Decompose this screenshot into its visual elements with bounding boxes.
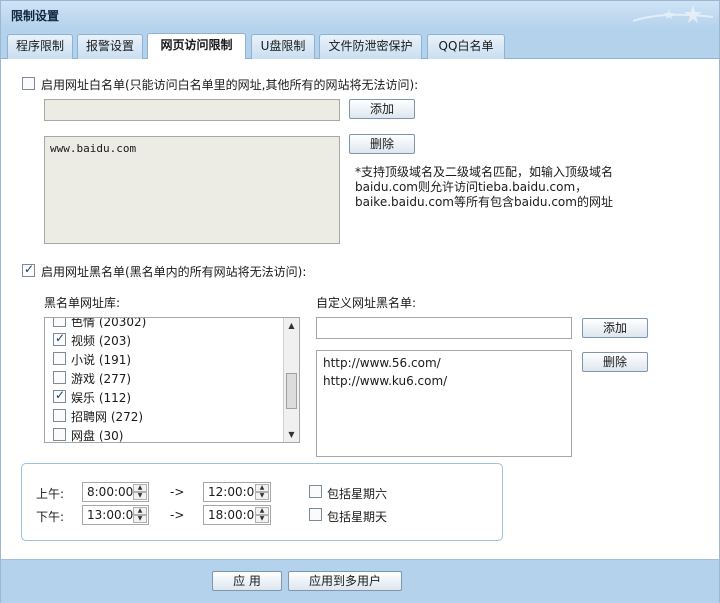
library-item-checkbox[interactable] <box>53 428 66 441</box>
whitelist-delete-button[interactable]: 删除 <box>349 134 415 154</box>
custom-blacklist-input[interactable] <box>316 317 572 339</box>
window-title: 限制设置 <box>11 9 60 23</box>
spin-up-icon[interactable]: ▲ <box>255 507 269 515</box>
whitelist-entry[interactable]: www.baidu.com <box>50 142 136 155</box>
library-item-games[interactable]: 游戏 (277) <box>53 368 273 387</box>
pm-label: 下午: <box>36 510 65 524</box>
library-item-label: 游戏 (277) <box>71 372 132 386</box>
custom-blacklist-entry[interactable]: http://www.56.com/ <box>323 356 441 370</box>
scroll-up-icon[interactable]: ▲ <box>286 320 297 331</box>
am-start-time[interactable]: 8:00:00 ▲ ▼ <box>82 482 149 502</box>
blacklist-library-label: 黑名单网址库: <box>44 296 121 310</box>
spin-up-icon[interactable]: ▲ <box>255 484 269 492</box>
time-schedule-group: 上午: 下午: 8:00:00 ▲ ▼ -> 12:00:00 ▲ ▼ 13:00:… <box>21 463 503 541</box>
am-end-time[interactable]: 12:00:00 ▲ ▼ <box>203 482 271 502</box>
tab-web-access-limit[interactable]: 网页访问限制 <box>147 33 246 59</box>
scroll-down-icon[interactable]: ▼ <box>286 429 297 440</box>
custom-blacklist-add-button[interactable]: 添加 <box>582 318 648 338</box>
library-item-cloud-drive[interactable]: 网盘 (30) <box>53 425 273 443</box>
tab-bar: 程序限制 报警设置 网页访问限制 U盘限制 文件防泄密保护 QQ白名单 <box>1 29 719 59</box>
whitelist-url-input[interactable] <box>44 99 340 121</box>
whitelist-entries-box[interactable]: www.baidu.com <box>44 136 340 244</box>
custom-blacklist-entry[interactable]: http://www.ku6.com/ <box>323 374 447 388</box>
library-item-checkbox[interactable] <box>53 409 66 422</box>
library-item-checkbox[interactable] <box>53 388 66 403</box>
include-saturday-label: 包括星期六 <box>327 487 388 501</box>
spin-down-icon[interactable]: ▼ <box>133 492 147 500</box>
tab-usb-limit[interactable]: U盘限制 <box>251 34 315 59</box>
blacklist-library-list[interactable]: 色情 (20302) 视频 (203) 小说 (191) 游戏 (277) 娱乐… <box>44 317 300 443</box>
pm-end-value: 18:00:00 <box>208 508 262 522</box>
pm-start-time[interactable]: 13:00:00 ▲ ▼ <box>82 505 149 525</box>
scroll-thumb[interactable] <box>286 373 297 409</box>
library-item-video[interactable]: 视频 (203) <box>53 330 273 349</box>
apply-to-multiple-users-button[interactable]: 应用到多用户 <box>288 571 402 591</box>
library-item-label: 视频 (203) <box>71 334 132 348</box>
library-item-novel[interactable]: 小说 (191) <box>53 349 273 368</box>
title-bar: 限制设置 <box>1 1 719 29</box>
tab-program-limit[interactable]: 程序限制 <box>7 34 73 59</box>
include-sunday-checkbox[interactable] <box>309 508 322 521</box>
library-item-checkbox[interactable] <box>53 331 66 346</box>
library-item-entertainment[interactable]: 娱乐 (112) <box>53 387 273 406</box>
whitelist-enable-checkbox[interactable] <box>22 77 35 90</box>
am-label: 上午: <box>36 487 65 501</box>
library-scrollbar[interactable]: ▲ ▼ <box>283 318 299 442</box>
settings-window: 限制设置 程序限制 报警设置 网页访问限制 U盘限制 文件防泄密保护 QQ白名单… <box>0 0 720 603</box>
footer-bar: 应 用 应用到多用户 <box>1 559 719 603</box>
decorative-stars-icon <box>633 5 713 23</box>
library-item-label: 娱乐 (112) <box>71 391 132 405</box>
library-item-label: 小说 (191) <box>71 353 132 367</box>
whitelist-note: *支持顶级域名及二级域名匹配，如输入顶级域名baidu.com则允许访问tieb… <box>355 165 614 209</box>
blacklist-enable-label: 启用网址黑名单(黑名单内的所有网站将无法访问): <box>41 265 307 279</box>
am-arrow: -> <box>170 485 185 499</box>
web-access-panel: 启用网址白名单(只能访问白名单里的网址,其他所有的网站将无法访问): 添加 ww… <box>1 59 719 559</box>
apply-button[interactable]: 应 用 <box>212 571 282 591</box>
whitelist-enable-label: 启用网址白名单(只能访问白名单里的网址,其他所有的网站将无法访问): <box>41 78 419 92</box>
tab-file-protection[interactable]: 文件防泄密保护 <box>319 34 422 59</box>
spin-down-icon[interactable]: ▼ <box>255 492 269 500</box>
blacklist-enable-checkbox[interactable] <box>22 262 35 277</box>
spin-up-icon[interactable]: ▲ <box>133 507 147 515</box>
library-item-label: 招聘网 (272) <box>71 410 144 424</box>
am-end-value: 12:00:00 <box>208 485 262 499</box>
pm-end-time[interactable]: 18:00:00 ▲ ▼ <box>203 505 271 525</box>
library-item-checkbox[interactable] <box>53 318 66 327</box>
library-item-label: 网盘 (30) <box>71 429 124 443</box>
library-item-checkbox[interactable] <box>53 371 66 384</box>
custom-blacklist-label: 自定义网址黑名单: <box>316 296 417 310</box>
library-item-jobs[interactable]: 招聘网 (272) <box>53 406 273 425</box>
library-item-checkbox[interactable] <box>53 352 66 365</box>
am-start-value: 8:00:00 <box>87 485 134 499</box>
whitelist-add-button[interactable]: 添加 <box>349 99 415 119</box>
tab-alarm-settings[interactable]: 报警设置 <box>77 34 143 59</box>
library-item-porn[interactable]: 色情 (20302) <box>53 317 273 330</box>
pm-arrow: -> <box>170 508 185 522</box>
include-sunday-label: 包括星期天 <box>327 510 388 524</box>
include-saturday-checkbox[interactable] <box>309 485 322 498</box>
custom-blacklist-delete-button[interactable]: 删除 <box>582 352 648 372</box>
spin-down-icon[interactable]: ▼ <box>255 515 269 523</box>
library-item-label: 色情 (20302) <box>71 317 147 329</box>
tab-qq-whitelist[interactable]: QQ白名单 <box>427 34 505 59</box>
spin-up-icon[interactable]: ▲ <box>133 484 147 492</box>
custom-blacklist-entries-box[interactable]: http://www.56.com/ http://www.ku6.com/ <box>316 350 572 457</box>
spin-down-icon[interactable]: ▼ <box>133 515 147 523</box>
